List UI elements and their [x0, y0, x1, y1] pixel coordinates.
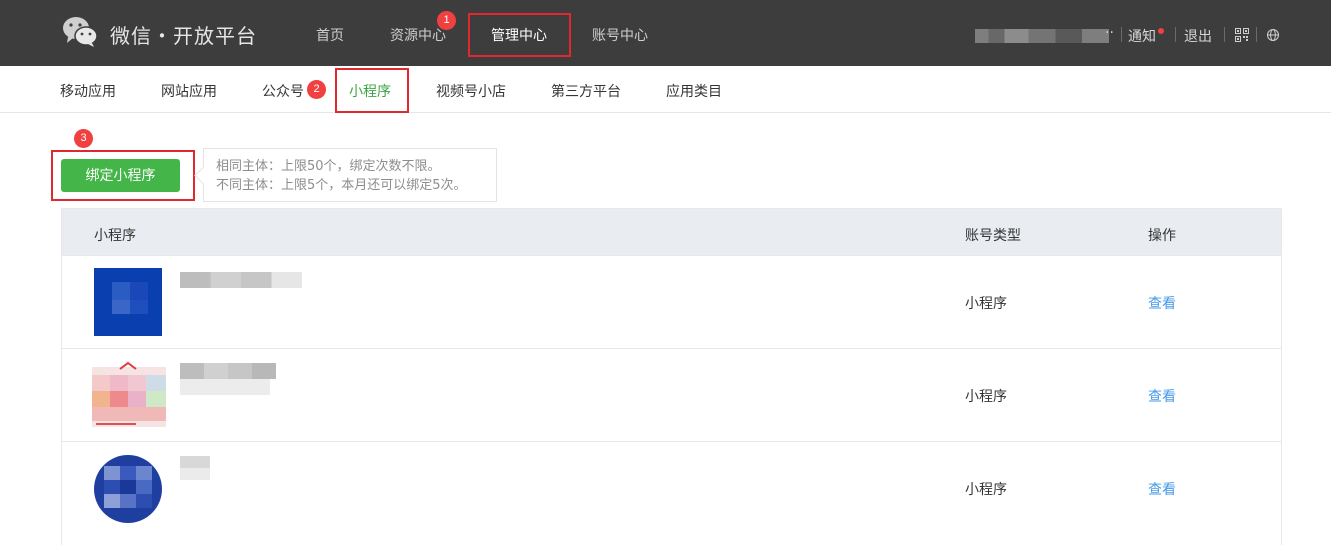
header-account-type: 账号类型: [965, 228, 1021, 244]
table-row: 小程序 查看: [62, 255, 1281, 348]
nav-home[interactable]: 首页: [316, 25, 344, 45]
tab-channels-store[interactable]: 视频号小店: [436, 81, 506, 101]
view-link[interactable]: 查看: [1148, 386, 1176, 406]
mini-program-name-redacted: [180, 363, 276, 379]
mini-program-desc-redacted: [180, 379, 270, 395]
account-type: 小程序: [965, 482, 1007, 498]
notify-dot: [1158, 28, 1164, 34]
table-row: 小程序 查看: [62, 348, 1281, 441]
mini-program-avatar: [94, 268, 162, 336]
tip-same-entity: 相同主体：上限50个，绑定次数不限。: [216, 159, 441, 174]
username-redacted[interactable]: [975, 29, 1109, 43]
logout-link[interactable]: 退出: [1184, 26, 1212, 46]
nav-resource-center[interactable]: 资源中心: [390, 25, 446, 45]
tab-mobile-app[interactable]: 移动应用: [60, 81, 116, 101]
platform-title[interactable]: 微信・开放平台: [110, 20, 257, 49]
view-link[interactable]: 查看: [1148, 479, 1176, 499]
divider: [1256, 27, 1257, 42]
account-type: 小程序: [965, 389, 1007, 405]
header-mini-program: 小程序: [94, 228, 136, 244]
tab-website-app[interactable]: 网站应用: [161, 81, 217, 101]
top-bar: 微信・开放平台 首页 资源中心 管理中心 账号中心 1 ·· 通知 退出: [0, 0, 1331, 66]
highlight-box-management-center: [468, 13, 571, 57]
qr-code-icon[interactable]: [1235, 28, 1249, 42]
bind-limit-tooltip: 相同主体：上限50个，绑定次数不限。 不同主体：上限5个，本月还可以绑定5次。: [203, 148, 497, 202]
tab-official-account[interactable]: 公众号: [262, 81, 304, 101]
sub-navigation: 移动应用 网站应用 公众号 小程序 视频号小店 第三方平台 应用类目: [0, 66, 1331, 113]
username-ellipsis: ··: [1105, 25, 1114, 41]
nav-account-center[interactable]: 账号中心: [592, 25, 648, 45]
wechat-logo-icon: [63, 17, 98, 47]
globe-icon[interactable]: [1266, 28, 1280, 42]
divider: [1175, 27, 1176, 42]
tab-app-category[interactable]: 应用类目: [666, 81, 722, 101]
highlight-box-mini-program: [335, 68, 409, 113]
tab-third-party-platform[interactable]: 第三方平台: [551, 81, 621, 101]
mini-program-avatar: [94, 455, 162, 523]
mini-program-table: 小程序 账号类型 操作 小程序 查看 小程序 查看 小程序 查看: [61, 208, 1282, 545]
table-header: 小程序 账号类型 操作: [62, 209, 1281, 256]
account-type: 小程序: [965, 296, 1007, 312]
bind-mini-program-button[interactable]: 绑定小程序: [61, 159, 180, 192]
view-link[interactable]: 查看: [1148, 293, 1176, 313]
table-row: 小程序 查看: [62, 441, 1281, 534]
notify-link[interactable]: 通知: [1128, 26, 1156, 46]
tip-different-entity: 不同主体：上限5个，本月还可以绑定5次。: [216, 178, 467, 193]
step-badge-3: 3: [74, 129, 93, 148]
divider: [1121, 27, 1122, 42]
divider: [1224, 27, 1225, 42]
mini-program-name-redacted: [180, 272, 302, 288]
header-actions: 操作: [1148, 228, 1176, 244]
step-badge-2: 2: [307, 80, 326, 99]
mini-program-name-redacted: [180, 456, 210, 480]
mini-program-avatar: [92, 361, 166, 427]
step-badge-1: 1: [437, 11, 456, 30]
